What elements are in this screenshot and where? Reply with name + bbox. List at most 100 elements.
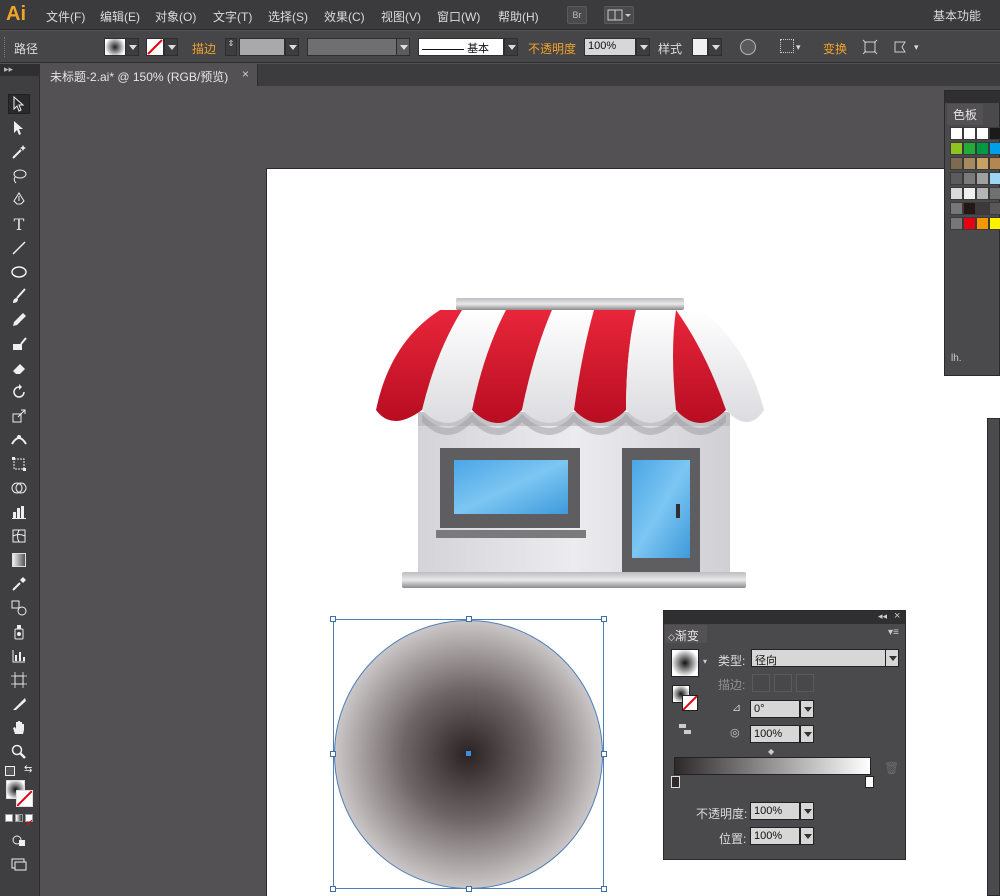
- column-graph-tool[interactable]: [8, 646, 30, 666]
- eyedropper-tool[interactable]: [8, 574, 30, 594]
- panel-menu-icon[interactable]: ▾≡: [888, 627, 899, 638]
- pen-tool[interactable]: [8, 190, 30, 210]
- color-swatch[interactable]: [950, 142, 963, 155]
- gradient-mode-icon[interactable]: [15, 814, 23, 822]
- location-dropdown[interactable]: [800, 827, 814, 845]
- opacity-label[interactable]: 不透明度: [528, 40, 576, 57]
- reverse-gradient-icon[interactable]: [678, 723, 692, 735]
- gradient-slider[interactable]: [674, 757, 871, 775]
- resize-handle-se[interactable]: [601, 886, 607, 892]
- gradient-type-select[interactable]: 径向: [751, 649, 887, 667]
- midpoint-marker[interactable]: ◆: [768, 747, 774, 756]
- menu-object[interactable]: 对象(O): [155, 8, 196, 25]
- recolor-artwork-icon[interactable]: [740, 39, 756, 55]
- bridge-button[interactable]: Br: [567, 6, 587, 24]
- color-swatch[interactable]: [976, 172, 989, 185]
- stroke-label[interactable]: 描边: [192, 40, 216, 57]
- menu-edit[interactable]: 编辑(E): [100, 8, 140, 25]
- collapse-icon[interactable]: ◂◂: [878, 611, 887, 622]
- arrange-documents-button[interactable]: [604, 6, 634, 24]
- color-swatch[interactable]: [963, 142, 976, 155]
- color-swatch[interactable]: [976, 142, 989, 155]
- swap-colors-icon[interactable]: ⇆: [24, 764, 32, 775]
- draw-mode-tool[interactable]: [8, 830, 30, 850]
- gradient-preview-swatch[interactable]: [671, 649, 699, 677]
- color-swatch[interactable]: [950, 127, 963, 140]
- color-mode-icon[interactable]: [5, 814, 13, 822]
- stroke-swatch[interactable]: [146, 38, 164, 56]
- stroke-dropdown[interactable]: [164, 38, 178, 56]
- swatch-library-menu[interactable]: lh.: [951, 353, 962, 364]
- color-swatch[interactable]: [963, 157, 976, 170]
- shop-illustration[interactable]: [370, 292, 770, 592]
- symbol-sprayer-tool[interactable]: [8, 622, 30, 642]
- none-mode-icon[interactable]: [25, 814, 33, 827]
- color-swatch[interactable]: [989, 187, 1000, 200]
- menu-effect[interactable]: 效果(C): [324, 8, 365, 25]
- close-icon[interactable]: ×: [894, 610, 900, 622]
- fill-stroke-stroke-box[interactable]: [682, 695, 698, 711]
- brush-dropdown[interactable]: [504, 38, 518, 56]
- stroke-weight-dropdown[interactable]: [285, 38, 299, 56]
- resize-handle-w[interactable]: [330, 751, 336, 757]
- shape-builder-tool[interactable]: [8, 478, 30, 498]
- color-swatch[interactable]: [963, 127, 976, 140]
- resize-handle-sw[interactable]: [330, 886, 336, 892]
- color-swatch[interactable]: [950, 187, 963, 200]
- panel-menu-icon[interactable]: ▾: [914, 42, 919, 53]
- default-colors-icon[interactable]: [5, 766, 15, 776]
- lasso-tool[interactable]: [8, 166, 30, 186]
- color-swatch[interactable]: [976, 157, 989, 170]
- stroke-gradient-within-icon[interactable]: [752, 674, 770, 692]
- color-swatch[interactable]: [963, 187, 976, 200]
- opacity-field[interactable]: 100%: [584, 38, 636, 56]
- hand-tool[interactable]: [8, 718, 30, 738]
- menu-type[interactable]: 文字(T): [213, 8, 252, 25]
- free-transform-tool[interactable]: [8, 454, 30, 474]
- menu-file[interactable]: 文件(F): [46, 8, 85, 25]
- gradient-tool[interactable]: [8, 550, 30, 570]
- eraser-tool[interactable]: [8, 358, 30, 378]
- direct-selection-tool[interactable]: [8, 118, 30, 138]
- blend-tool[interactable]: [8, 598, 30, 618]
- stop-opacity-dropdown[interactable]: [800, 802, 814, 820]
- resize-handle-e[interactable]: [601, 751, 607, 757]
- angle-dropdown[interactable]: [800, 700, 814, 718]
- resize-handle-n[interactable]: [466, 616, 472, 622]
- menu-select[interactable]: 选择(S): [268, 8, 308, 25]
- blob-brush-tool[interactable]: [8, 334, 30, 354]
- menu-view[interactable]: 视图(V): [381, 8, 421, 25]
- fill-swatch[interactable]: [104, 38, 126, 56]
- isolate-icon[interactable]: [862, 39, 878, 55]
- gradient-preset-dropdown[interactable]: ▾: [703, 657, 707, 666]
- color-swatch[interactable]: [950, 217, 963, 230]
- selection-tool[interactable]: [8, 94, 30, 114]
- color-swatch[interactable]: [976, 127, 989, 140]
- graph-tool[interactable]: [8, 502, 30, 522]
- gradient-tab[interactable]: ◇渐变: [665, 625, 707, 643]
- screen-mode-tool[interactable]: [8, 854, 30, 874]
- rotate-tool[interactable]: [8, 382, 30, 402]
- pencil-tool[interactable]: [8, 310, 30, 330]
- color-swatch[interactable]: [963, 217, 976, 230]
- style-swatch[interactable]: [692, 38, 708, 56]
- stroke-weight-field[interactable]: [239, 38, 285, 56]
- width-tool[interactable]: [8, 430, 30, 450]
- aspect-ratio-dropdown[interactable]: [800, 725, 814, 743]
- slice-tool[interactable]: [8, 694, 30, 714]
- transform-link[interactable]: 变换: [823, 40, 847, 57]
- variable-width-profile[interactable]: [307, 38, 397, 56]
- aspect-ratio-field[interactable]: 100%: [750, 725, 800, 743]
- menu-help[interactable]: 帮助(H): [498, 8, 539, 25]
- workspace-switcher[interactable]: 基本功能: [933, 7, 981, 24]
- gradient-stop-end[interactable]: [865, 776, 874, 788]
- resize-handle-ne[interactable]: [601, 616, 607, 622]
- close-icon[interactable]: ×: [242, 67, 249, 81]
- location-field[interactable]: 100%: [750, 827, 800, 845]
- opacity-dropdown[interactable]: [636, 38, 650, 56]
- variable-width-dropdown[interactable]: [396, 38, 410, 56]
- color-swatch[interactable]: [989, 142, 1000, 155]
- type-tool[interactable]: T: [8, 214, 30, 234]
- style-dropdown[interactable]: [708, 38, 722, 56]
- magic-wand-tool[interactable]: [8, 142, 30, 162]
